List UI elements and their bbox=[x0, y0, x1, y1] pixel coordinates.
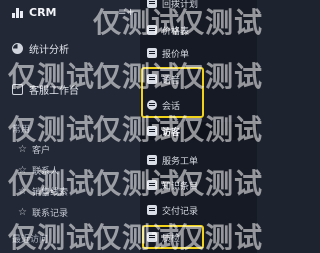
visitor-icon bbox=[147, 126, 157, 136]
favorite-item-customer[interactable]: ☆ 客户 bbox=[18, 143, 50, 156]
highlight-box-quality-check bbox=[142, 225, 204, 249]
submenu-item-price-list[interactable]: 价格表 bbox=[145, 21, 257, 39]
favorite-item-contact-record[interactable]: ☆ 联系记录 bbox=[18, 206, 68, 219]
favorites-title: 常用 bbox=[12, 125, 31, 135]
submenu-item-label: 回拨计划 bbox=[162, 0, 199, 10]
submenu-item-label: 访客 bbox=[162, 127, 181, 138]
submenu-item-service-ticket[interactable]: 服务工单 bbox=[145, 151, 257, 169]
delivery-icon bbox=[147, 205, 157, 215]
ticket-icon bbox=[147, 155, 157, 165]
submenu-item-label: 知识条目 bbox=[162, 181, 199, 192]
brand-name: CRM bbox=[29, 6, 57, 19]
favorite-item-contact[interactable]: ☆ 联系人 bbox=[18, 164, 59, 177]
star-icon: ☆ bbox=[18, 165, 27, 176]
desk-icon bbox=[12, 84, 23, 95]
document-icon bbox=[147, 48, 157, 58]
favorite-item-lead[interactable]: ☆ 销售线索 bbox=[18, 185, 68, 198]
star-icon: ☆ bbox=[18, 144, 27, 155]
expand-menu-icon[interactable]: ≡+ bbox=[118, 7, 135, 18]
sidebar-item-service-desk[interactable]: 客服工作台 bbox=[0, 82, 150, 97]
highlight-box-voice-conversation bbox=[141, 67, 204, 118]
bar-chart-icon bbox=[12, 7, 23, 18]
recent-visits-title: 最近访问 bbox=[12, 235, 49, 245]
submenu-item-label: 交付记录 bbox=[162, 206, 199, 217]
star-icon: ☆ bbox=[18, 207, 27, 218]
favorite-label: 联系记录 bbox=[31, 209, 68, 219]
submenu-item-visitor[interactable]: 访客 bbox=[140, 122, 257, 140]
brand[interactable]: CRM bbox=[12, 6, 57, 19]
submenu-panel: 回拨计划 价格表 报价单 语音 会话 访客 服务工单 知识条目 交付记录 质检 bbox=[140, 0, 257, 253]
submenu-item-knowledge[interactable]: 知识条目 bbox=[145, 176, 257, 194]
submenu-item-label: 报价单 bbox=[162, 49, 190, 60]
sidebar-item-label: 统计分析 bbox=[29, 45, 69, 56]
submenu-item-callback-plan[interactable]: 回拨计划 bbox=[145, 0, 257, 12]
submenu-item-delivery[interactable]: 交付记录 bbox=[145, 201, 257, 219]
document-icon bbox=[147, 0, 157, 8]
favorite-label: 客户 bbox=[31, 146, 50, 156]
sidebar-item-label: 客服工作台 bbox=[29, 86, 79, 97]
submenu-item-label: 服务工单 bbox=[162, 156, 199, 167]
sidebar-item-statistics[interactable]: 统计分析 bbox=[0, 41, 150, 56]
submenu-item-quotation[interactable]: 报价单 bbox=[145, 44, 257, 62]
book-icon bbox=[147, 180, 157, 190]
favorite-label: 联系人 bbox=[31, 167, 59, 177]
sidebar: CRM ≡+ 统计分析 客服工作台 常用 ☆ 客户 ☆ 联系人 ☆ 销售线索 ☆… bbox=[0, 0, 150, 253]
submenu-item-label: 价格表 bbox=[162, 26, 190, 37]
pie-chart-icon bbox=[12, 43, 23, 54]
document-icon bbox=[147, 25, 157, 35]
favorite-label: 销售线索 bbox=[31, 188, 68, 198]
star-icon: ☆ bbox=[18, 186, 27, 197]
